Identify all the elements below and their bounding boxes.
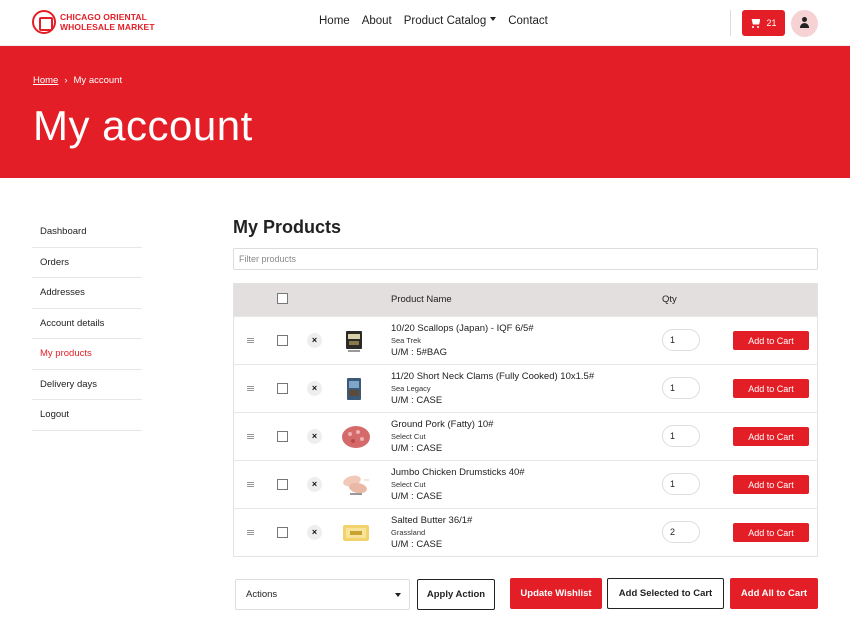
sidebar-item-account-details[interactable]: Account details (32, 309, 142, 339)
brand-line-2: WHOLESALE MARKET (60, 22, 155, 32)
drag-handle-icon[interactable] (247, 386, 254, 391)
remove-icon[interactable]: × (307, 333, 322, 348)
quantity-input[interactable] (662, 377, 700, 399)
row-checkbox[interactable] (277, 527, 288, 538)
product-unit: U/M : CASE (391, 443, 443, 454)
remove-icon[interactable]: × (307, 525, 322, 540)
breadcrumb-current: My account (73, 75, 123, 86)
remove-icon[interactable]: × (307, 381, 322, 396)
brand-logo[interactable]: CHICAGO ORIENTAL WHOLESALE MARKET (32, 10, 155, 34)
drag-handle-icon[interactable] (247, 338, 254, 343)
breadcrumb: Home › My account (33, 75, 122, 86)
brand-line-1: CHICAGO ORIENTAL (60, 12, 147, 22)
nav-home[interactable]: Home (319, 15, 350, 27)
user-icon[interactable] (791, 10, 818, 37)
caret-down-icon (395, 593, 401, 597)
sidebar-item-delivery-days[interactable]: Delivery days (32, 370, 142, 400)
row-checkbox[interactable] (277, 479, 288, 490)
update-wishlist-button[interactable]: Update Wishlist (510, 578, 602, 609)
breadcrumb-home[interactable]: Home (33, 75, 58, 86)
table-row: × Salted Butter 36/1# Grassland U/M : CA… (234, 508, 817, 556)
row-checkbox[interactable] (277, 383, 288, 394)
row-checkbox[interactable] (277, 335, 288, 346)
product-name[interactable]: 10/20 Scallops (Japan) - IQF 6/5# (391, 323, 534, 334)
product-unit: U/M : CASE (391, 395, 443, 406)
product-unit: U/M : 5#BAG (391, 347, 447, 358)
header-divider (730, 10, 731, 36)
quantity-input[interactable] (662, 521, 700, 543)
page-title: My account (33, 102, 253, 149)
sidebar-item-dashboard[interactable]: Dashboard (32, 217, 142, 248)
column-qty: Qty (662, 294, 677, 305)
apply-action-button[interactable]: Apply Action (417, 579, 495, 610)
sidebar-item-logout[interactable]: Logout (32, 400, 142, 431)
product-unit: U/M : CASE (391, 491, 443, 502)
sidebar-item-my-products[interactable]: My products (32, 339, 142, 370)
remove-icon[interactable]: × (307, 429, 322, 444)
table-row: × 11/20 Short Neck Clams (Fully Cooked) … (234, 364, 817, 412)
add-to-cart-button[interactable]: Add to Cart (733, 475, 809, 494)
product-unit: U/M : CASE (391, 539, 443, 550)
nav-contact[interactable]: Contact (508, 15, 548, 27)
nav-about[interactable]: About (362, 15, 392, 27)
cart-count: 21 (766, 18, 777, 28)
actions-select[interactable]: Actions (235, 579, 410, 610)
table-row: × 10/20 Scallops (Japan) - IQF 6/5# Sea … (234, 316, 817, 364)
butter-package-image (343, 525, 369, 541)
actions-select-value: Actions (246, 589, 278, 600)
quantity-input[interactable] (662, 473, 700, 495)
product-brand: Select Cut (391, 480, 426, 489)
main-nav: Home About Product Catalog Contact (319, 15, 548, 27)
clams-package-image (347, 378, 361, 400)
row-checkbox[interactable] (277, 431, 288, 442)
table-header: Product Name Qty (234, 284, 817, 316)
add-to-cart-button[interactable]: Add to Cart (733, 379, 809, 398)
caret-down-icon (490, 17, 497, 21)
nav-product-catalog[interactable]: Product Catalog (403, 15, 497, 27)
filter-products-input[interactable] (233, 248, 818, 270)
add-to-cart-button[interactable]: Add to Cart (733, 523, 809, 542)
sidebar-item-orders[interactable]: Orders (32, 248, 142, 278)
quantity-input[interactable] (662, 329, 700, 351)
product-name[interactable]: 11/20 Short Neck Clams (Fully Cooked) 10… (391, 371, 594, 382)
product-brand: Grassland (391, 528, 426, 537)
select-all-checkbox[interactable] (277, 293, 288, 304)
chicken-drumsticks-image (343, 475, 369, 495)
products-table: Product Name Qty × 10/20 Scallops (Japan… (233, 283, 818, 557)
seal-logo-icon (32, 10, 56, 34)
product-name[interactable]: Ground Pork (Fatty) 10# (391, 419, 493, 430)
sidebar-item-addresses[interactable]: Addresses (32, 278, 142, 309)
cart-icon (750, 19, 761, 28)
column-product-name: Product Name (391, 294, 452, 305)
page-hero: Home › My account My account (0, 46, 850, 178)
drag-handle-icon[interactable] (247, 530, 254, 535)
product-brand: Sea Legacy (391, 384, 431, 393)
remove-icon[interactable]: × (307, 477, 322, 492)
drag-handle-icon[interactable] (247, 482, 254, 487)
cart-button[interactable]: 21 (742, 10, 785, 36)
chevron-right-icon: › (64, 75, 68, 86)
add-to-cart-button[interactable]: Add to Cart (733, 331, 809, 350)
product-brand: Select Cut (391, 432, 426, 441)
table-row: × Jumbo Chicken Drumsticks 40# Select Cu… (234, 460, 817, 508)
product-name[interactable]: Salted Butter 36/1# (391, 515, 472, 526)
top-header: CHICAGO ORIENTAL WHOLESALE MARKET Home A… (0, 0, 850, 46)
brand-name: CHICAGO ORIENTAL WHOLESALE MARKET (60, 12, 155, 32)
add-all-to-cart-button[interactable]: Add All to Cart (730, 578, 818, 609)
quantity-input[interactable] (662, 425, 700, 447)
add-selected-to-cart-button[interactable]: Add Selected to Cart (607, 578, 724, 609)
account-sidebar: Dashboard Orders Addresses Account detai… (32, 217, 142, 431)
drag-handle-icon[interactable] (247, 434, 254, 439)
table-row: × Ground Pork (Fatty) 10# Select Cut U/M… (234, 412, 817, 460)
nav-product-catalog-label: Product Catalog (403, 15, 487, 27)
product-name[interactable]: Jumbo Chicken Drumsticks 40# (391, 467, 525, 478)
add-to-cart-button[interactable]: Add to Cart (733, 427, 809, 446)
product-brand: Sea Trek (391, 336, 422, 345)
ground-pork-image (342, 426, 370, 448)
scallops-package-image (346, 331, 362, 352)
section-title: My Products (233, 217, 342, 237)
